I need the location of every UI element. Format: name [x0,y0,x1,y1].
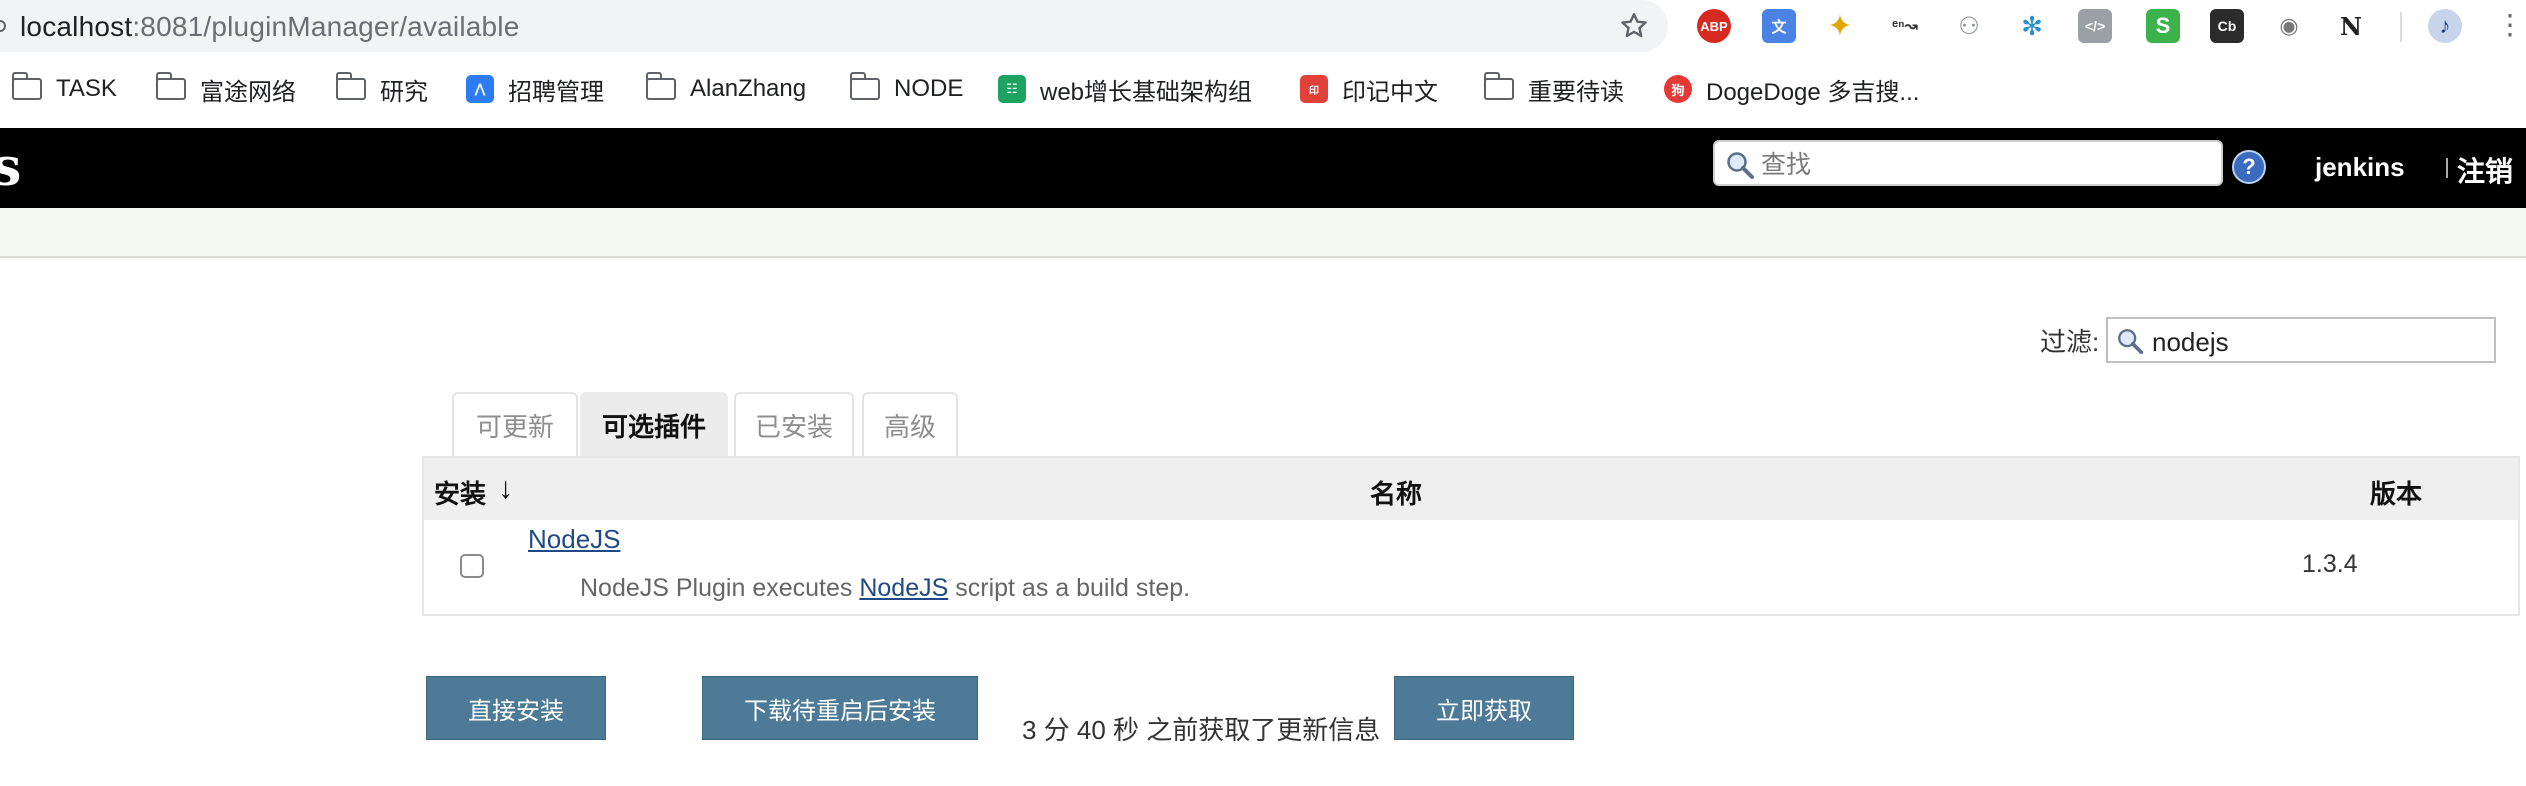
bookmarks-bar: TASK 富途网络 研究 ⋀ 招聘管理 AlanZhang NODE ☷ web… [0,52,2526,128]
search-input[interactable] [1759,148,2213,182]
bookmark-web-growth[interactable]: ☷ web增长基础架构组 [998,71,1252,107]
address-bar[interactable]: localhost:8081/pluginManager/available [0,0,1668,52]
bookmark-futu[interactable]: 富途网络 [155,71,296,107]
sort-arrow-icon[interactable]: ↓ [498,472,513,506]
download-and-restart-button[interactable]: 下载待重启后安装 [702,676,978,740]
bookmark-task[interactable]: TASK [11,71,117,107]
filter-input[interactable] [2150,325,2484,359]
url-host: localhost [20,11,133,42]
dogedoge-icon: 狗 [1664,75,1692,103]
tab-installed[interactable]: 已安装 [734,392,854,456]
plugin-table: 安装 ↓ 名称 版本 NodeJS NodeJS Plugin executes… [422,456,2520,616]
user-link[interactable]: jenkins [2315,152,2405,183]
install-now-button[interactable]: 直接安装 [426,676,606,740]
description-suffix: script as a build step. [948,574,1191,602]
column-header-install[interactable]: 安装 [434,474,486,511]
bookmark-star-icon[interactable] [1618,10,1650,42]
search-box[interactable] [1713,140,2223,186]
folder-icon [11,72,42,100]
tab-updates[interactable]: 可更新 [452,392,578,456]
tab-advanced[interactable]: 高级 [862,392,958,456]
logout-link[interactable]: 注销 [2457,150,2513,190]
plugin-version: 1.3.4 [2302,550,2358,578]
filter-box[interactable] [2106,317,2496,363]
moka-icon: ⋀ [466,75,494,103]
column-header-version[interactable]: 版本 [2370,474,2422,511]
url-text[interactable]: localhost:8081/pluginManager/available [20,12,520,42]
bookmark-label: TASK [56,75,117,102]
dictionary-extension-icon[interactable]: ᵉⁿ↝ [1888,9,1922,43]
bookmark-recruiting[interactable]: ⋀ 招聘管理 [466,71,604,107]
sheet-icon: ☷ [998,75,1026,103]
bookmark-alanzhang[interactable]: AlanZhang [645,71,807,107]
bookmark-important[interactable]: 重要待读 [1483,71,1624,107]
bookmark-label: web增长基础架构组 [1040,78,1253,106]
folder-icon [335,72,366,100]
bookmark-research[interactable]: 研究 [335,71,428,107]
bookmark-label: AlanZhang [690,75,807,102]
bookmark-yinji[interactable]: 印 印记中文 [1300,71,1438,107]
yinji-icon: 印 [1300,75,1328,103]
tab-available[interactable]: 可选插件 [580,392,728,456]
help-icon[interactable]: ? [2232,150,2266,184]
bookmark-label: 招聘管理 [508,78,604,106]
jenkins-header: s ? jenkins 注销 [0,128,2526,208]
browser-toolbar: localhost:8081/pluginManager/available A… [0,0,2526,52]
bookmark-label: 重要待读 [1528,78,1624,106]
bookmark-label: 印记中文 [1342,78,1438,106]
column-header-name[interactable]: 名称 [1370,474,1422,511]
filter-label: 过滤: [2040,327,2100,357]
description-link[interactable]: NodeJS [859,574,948,602]
adblock-plus-icon[interactable]: ABP [1697,9,1731,43]
cb-extension-icon[interactable]: Cb [2210,9,2244,43]
folder-icon [155,72,186,100]
profile-avatar-icon[interactable]: ♪ [2428,9,2462,43]
filter-search-icon [2118,329,2144,355]
header-separator [2446,158,2448,178]
bookmark-label: DogeDoge 多吉搜... [1706,78,1920,106]
bookmark-label: 研究 [380,78,428,106]
code-extension-icon[interactable]: </> [2078,9,2112,43]
bookmark-label: NODE [894,75,964,102]
plugin-description: NodeJS Plugin executes NodeJS script as … [580,574,1190,603]
magic-wand-icon[interactable]: ✦ [1823,9,1857,43]
toolbar-divider [2400,12,2402,42]
plugin-name-link[interactable]: NodeJS [528,524,621,555]
fetch-now-button[interactable]: 立即获取 [1394,676,1574,740]
search-icon [1727,152,1754,179]
breadcrumb-bar [0,208,2526,258]
folder-icon [849,72,880,100]
folder-icon [1483,72,1514,100]
site-info-icon[interactable] [0,20,6,32]
browser-menu-icon[interactable]: ⋮ [2496,10,2524,42]
folder-icon [645,72,676,100]
bookmark-label: 富途网络 [200,78,296,106]
translate-extension-icon[interactable]: 文 [1762,9,1796,43]
s-extension-icon[interactable]: S [2146,9,2180,43]
install-checkbox[interactable] [460,554,484,578]
n-extension-icon[interactable]: N [2334,9,2368,43]
jenkins-logo-text[interactable]: s [0,138,21,198]
bookmark-dogedoge[interactable]: 狗 DogeDoge 多吉搜... [1664,71,1919,107]
table-header: 安装 ↓ 名称 版本 [424,458,2518,520]
bug-extension-icon[interactable]: ✻ [2015,9,2049,43]
bookmark-node[interactable]: NODE [849,71,964,107]
sitemap-extension-icon[interactable]: ⚇ [1952,9,1986,43]
description-prefix: NodeJS Plugin executes [580,574,860,602]
url-path: :8081/pluginManager/available [132,11,520,42]
update-info-text: 3 分 40 秒 之前获取了更新信息 [1022,715,1381,745]
weibo-extension-icon[interactable]: ◉ [2272,9,2306,43]
